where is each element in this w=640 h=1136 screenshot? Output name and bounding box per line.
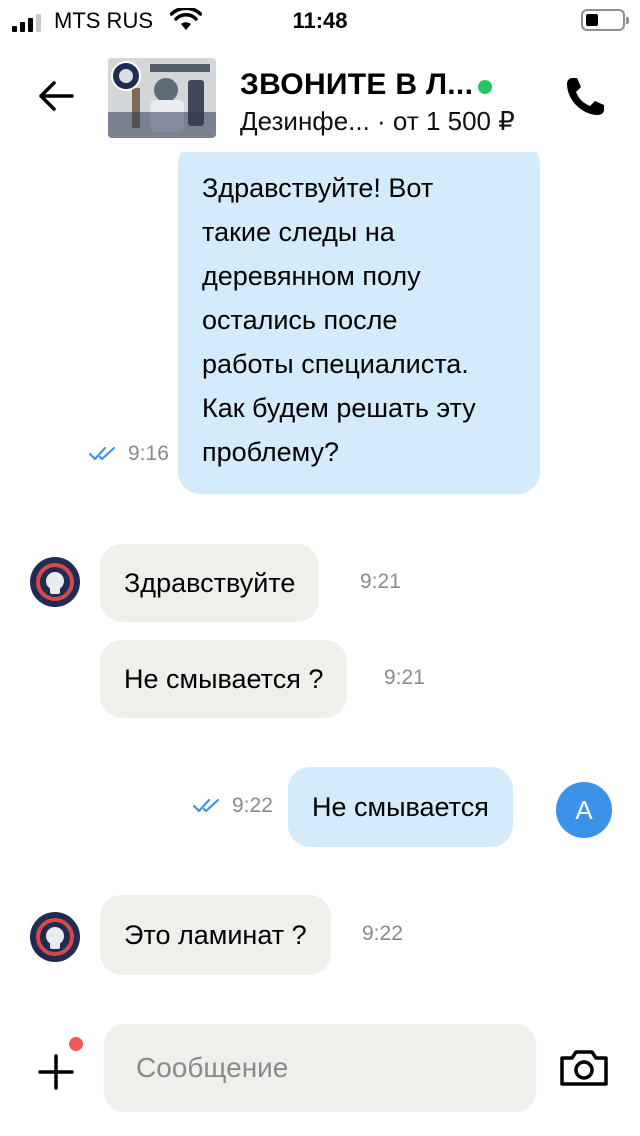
chat-title: ЗВОНИТЕ В Л...	[240, 68, 474, 101]
incoming-message[interactable]: Это ламинат ?	[100, 895, 331, 975]
phone-call-icon[interactable]	[562, 72, 610, 120]
message-composer	[0, 1000, 640, 1136]
attach-plus-icon[interactable]	[34, 1050, 78, 1094]
online-status-dot	[478, 80, 492, 94]
message-list[interactable]: 9:16 Здравствуйте! Вот такие следы на де…	[0, 152, 640, 1000]
message-time: 9:22	[362, 922, 403, 945]
listing-subtitle: Дезинфе... · от 1 500 ₽	[240, 106, 515, 136]
status-bar: MTS RUS 11:48	[0, 0, 640, 40]
message-time: 9:16	[128, 442, 169, 465]
message-time: 9:21	[360, 570, 401, 593]
chat-header: ЗВОНИТЕ В Л... Дезинфе... · от 1 500 ₽	[0, 40, 640, 152]
message-text: Это ламинат ?	[124, 920, 307, 950]
message-time: 9:22	[232, 794, 273, 817]
notification-dot	[66, 1034, 86, 1054]
contact-avatar[interactable]	[30, 912, 80, 962]
status-time: 11:48	[292, 8, 348, 33]
incoming-message[interactable]: Не смывается ?	[100, 640, 348, 718]
outgoing-message[interactable]: Здравствуйте! Вот такие следы на деревян…	[178, 152, 540, 494]
incoming-message[interactable]: Здравствуйте	[100, 544, 320, 622]
back-arrow-icon[interactable]	[34, 74, 78, 118]
message-text: Здравствуйте! Вот такие следы на деревян…	[202, 173, 476, 467]
message-time: 9:21	[384, 666, 425, 689]
double-check-icon	[88, 446, 116, 461]
message-input[interactable]	[104, 1024, 536, 1112]
message-text: Не смывается	[312, 792, 489, 822]
message-text: Не смывается ?	[124, 664, 324, 694]
outgoing-message[interactable]: Не смывается	[288, 767, 513, 847]
listing-thumbnail[interactable]	[108, 58, 216, 138]
double-check-icon	[192, 798, 220, 813]
message-text: Здравствуйте	[124, 568, 296, 598]
user-avatar[interactable]: А	[556, 782, 612, 838]
battery-icon	[581, 9, 629, 31]
camera-icon[interactable]	[558, 1048, 610, 1088]
contact-avatar[interactable]	[30, 557, 80, 607]
